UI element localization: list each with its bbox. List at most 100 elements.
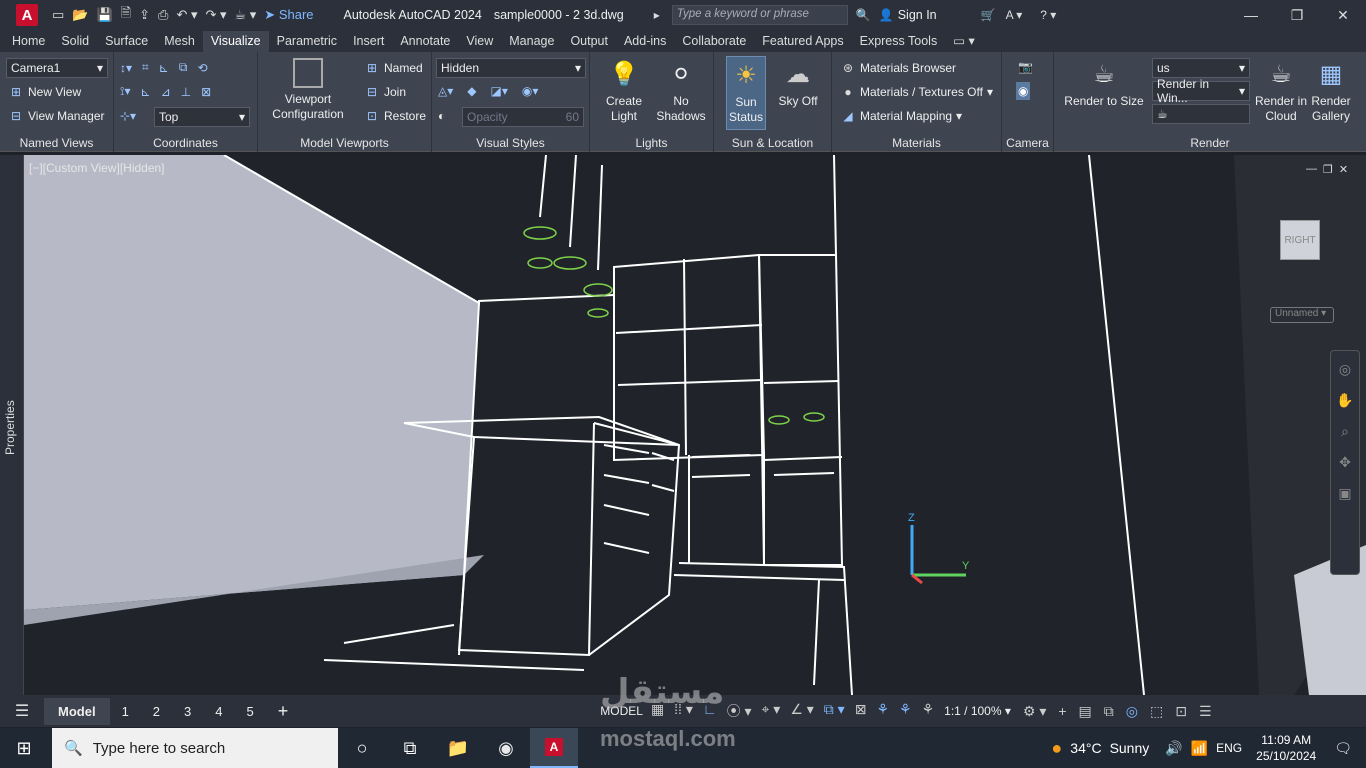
tab-home[interactable]: Home [4, 31, 53, 52]
cart-icon[interactable]: 🛒 [981, 8, 996, 22]
visual-style-select[interactable]: Hidden ▾ [436, 58, 586, 78]
tab-express-tools[interactable]: Express Tools [852, 31, 946, 52]
pendant-light-1[interactable] [523, 226, 557, 240]
chevron-right-icon[interactable]: ▸ [654, 8, 660, 22]
cortana-icon[interactable]: ○ [338, 728, 386, 768]
ucs-icon[interactable]: ↕▾ [120, 61, 132, 75]
tab-layout-2[interactable]: 2 [141, 704, 172, 719]
render-environment-field[interactable]: ☕ [1152, 104, 1250, 124]
orbit-icon[interactable]: ✥ [1339, 454, 1351, 471]
render-gallery-button[interactable]: ▦ Render Gallery [1308, 58, 1354, 124]
annotation-visibility-icon[interactable]: ⚘ [876, 701, 889, 721]
ucs-select[interactable]: Top ▾ [154, 107, 250, 127]
osnap-icon[interactable]: ⌖ ▾ [762, 701, 781, 721]
materials-browser-button[interactable]: ⊛ Materials Browser [840, 60, 956, 76]
print-icon[interactable]: ⎙ [158, 7, 168, 23]
polar-icon[interactable]: ⦿ ▾ [727, 701, 752, 721]
vp-minimize-icon[interactable]: — [1306, 163, 1317, 176]
materials-textures-button[interactable]: ● Materials / Textures Off ▾ [840, 84, 993, 100]
open-icon[interactable]: 📂 [72, 7, 88, 23]
tab-mesh[interactable]: Mesh [156, 31, 203, 52]
workspace-gear-icon[interactable]: ⚙ ▾ [1023, 703, 1046, 720]
search-icon[interactable]: 🔍 [856, 8, 871, 22]
ucs-y-icon[interactable]: ⊿ [161, 85, 171, 99]
scale-select[interactable]: 1:1 / 100% ▾ [944, 704, 1011, 718]
ucs-origin-icon[interactable]: ⊾ [159, 61, 169, 75]
saveas-icon[interactable]: 🗎 [121, 4, 131, 26]
render-preset-select[interactable]: us ▾ [1152, 58, 1250, 78]
plus-icon[interactable]: + [1058, 703, 1066, 720]
join-button[interactable]: ⊟ Join [364, 84, 406, 100]
sun-weather-icon[interactable]: ● [1051, 738, 1062, 759]
xray-icon[interactable]: ◉▾ [522, 84, 539, 98]
redo-icon[interactable]: ↷ ▾ [205, 7, 226, 23]
task-view-icon[interactable]: ⧉ [386, 728, 434, 768]
tab-solid[interactable]: Solid [53, 31, 97, 52]
chrome-icon[interactable]: ◉ [482, 728, 530, 768]
tab-surface[interactable]: Surface [97, 31, 156, 52]
clean-screen-icon[interactable]: ⊡ [1175, 703, 1187, 720]
save-icon[interactable]: 💾 [96, 7, 112, 23]
ucs-world-icon[interactable]: ⌗ [142, 60, 149, 75]
tab-model-layout[interactable]: Model [44, 697, 110, 725]
shadows-button[interactable]: ⚪ No Shadows [652, 58, 710, 124]
zoom-icon[interactable]: ⌕ [1341, 423, 1349, 440]
pendant-light-2[interactable] [553, 256, 587, 270]
quick-properties-icon[interactable]: ⧉ [1104, 703, 1114, 720]
spot-light-1[interactable] [768, 415, 790, 425]
help-icon[interactable]: ? ▾ [1040, 8, 1056, 22]
customize-icon[interactable]: ☰ [1199, 703, 1212, 720]
tab-featured-apps[interactable]: Featured Apps [754, 31, 851, 52]
create-camera-icon[interactable]: 📷 [1018, 60, 1033, 74]
vp-restore-icon[interactable]: ❐ [1323, 163, 1333, 176]
steering-wheel-icon[interactable]: ◎ [1339, 361, 1351, 378]
viewport-configuration-button[interactable]: Viewport Configuration [266, 58, 350, 122]
tab-insert[interactable]: Insert [345, 31, 392, 52]
ucs-x-icon[interactable]: ⊾ [141, 85, 151, 99]
edge-effects-icon[interactable]: ◬▾ [438, 84, 453, 98]
notification-icon[interactable]: 🗨 [1334, 740, 1352, 757]
sky-off-button[interactable]: ☁ Sky Off [770, 58, 826, 109]
language-indicator[interactable]: ENG [1216, 741, 1242, 755]
tab-parametric[interactable]: Parametric [269, 31, 345, 52]
showmotion-icon[interactable]: ▣ [1338, 485, 1351, 502]
tab-addins[interactable]: Add-ins [616, 31, 674, 52]
network-icon[interactable]: 📶 [1191, 740, 1208, 757]
render-in-cloud-button[interactable]: ☕ Render in Cloud [1254, 58, 1308, 124]
shadow-display-icon[interactable]: ◆ [467, 84, 476, 98]
pan-icon[interactable]: ✋ [1336, 392, 1353, 409]
ucs-face-icon[interactable]: ⟟▾ [120, 84, 131, 99]
view-manager-button[interactable]: ⊟ View Manager [8, 108, 105, 124]
create-light-button[interactable]: 💡 Create Light [596, 58, 652, 124]
tab-view[interactable]: View [458, 31, 501, 52]
temperature[interactable]: 34°C [1070, 740, 1101, 756]
ucs-manage-icon[interactable]: ⊹▾ [120, 109, 136, 123]
tab-layout-4[interactable]: 4 [203, 704, 234, 719]
ribbon-toggle-icon[interactable]: ▭ ▾ [945, 30, 983, 52]
autocad-taskbar-icon[interactable]: A [530, 728, 578, 768]
lineweight-icon[interactable]: ∠ ▾ [790, 701, 813, 721]
restore-button[interactable]: ❐ [1274, 0, 1320, 30]
render-output-select[interactable]: Render in Win... ▾ [1152, 77, 1250, 105]
viewcube[interactable]: RIGHT [1280, 220, 1320, 260]
autodesk-icon[interactable]: A ▾ [1006, 8, 1023, 22]
windows-start-icon[interactable]: ⊞ [0, 728, 48, 768]
render-to-size-button[interactable]: ☕ Render to Size [1062, 58, 1146, 109]
tab-visualize[interactable]: Visualize [202, 31, 269, 52]
sign-in-link[interactable]: Sign In [898, 8, 937, 22]
add-layout-icon[interactable]: + [266, 701, 301, 722]
taskbar-search-input[interactable]: 🔍 Type here to search [52, 728, 338, 768]
tab-layout-3[interactable]: 3 [172, 704, 203, 719]
share-button[interactable]: ➤ Share [264, 7, 313, 23]
new-view-button[interactable]: ⊞ New View [8, 84, 81, 100]
opacity-toggle-icon[interactable]: ◐ [438, 109, 445, 123]
spot-light-2[interactable] [803, 412, 825, 422]
camera-select[interactable]: Camera1 ▾ [6, 58, 108, 78]
autoscale-icon[interactable]: ⚘ [899, 701, 912, 721]
minimize-button[interactable]: — [1228, 0, 1274, 30]
sun-status-button[interactable]: ☀ Sun Status [726, 56, 766, 130]
face-color-icon[interactable]: ◪▾ [491, 84, 508, 98]
ucs-menu[interactable]: Unnamed ▾ [1270, 307, 1334, 323]
search-input[interactable]: Type a keyword or phrase [671, 5, 848, 25]
ucs-3pt-icon[interactable]: ⊠ [201, 85, 211, 99]
